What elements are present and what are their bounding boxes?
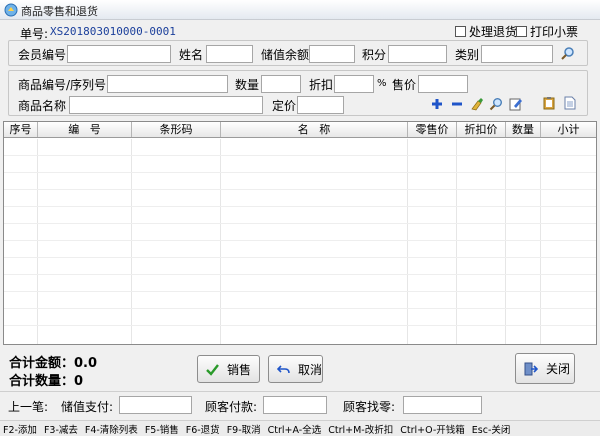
total-amount: 合计金额：0.0 [9, 356, 98, 371]
checkmark-icon [206, 363, 219, 376]
title-bar: 商品零售和退货 [0, 0, 600, 20]
col-discount-price[interactable]: 折扣价 [457, 122, 506, 137]
shortcut-item: Ctrl+O-开钱箱 [400, 424, 465, 436]
close-button-label: 关闭 [546, 362, 571, 376]
stored-pay-label: 储值支付: [61, 400, 114, 414]
add-icon[interactable] [430, 97, 444, 111]
print-receipt-checkbox[interactable] [516, 26, 527, 37]
print-receipt-label: 打印小票 [530, 25, 579, 39]
percent-sign: % [377, 78, 387, 89]
last-transaction-label: 上一笔: [8, 400, 49, 414]
sale-price-input[interactable] [418, 75, 468, 93]
close-button[interactable]: 关闭 [515, 353, 575, 384]
order-number: XS201803010000-0001 [50, 25, 176, 38]
customer-paid-label: 顾客付款: [205, 400, 258, 414]
search-icon[interactable] [489, 97, 503, 111]
product-name-label: 商品名称 [18, 99, 67, 113]
shortcut-item: F9-取消 [226, 424, 261, 436]
shortcut-item: F5-销售 [144, 424, 179, 436]
product-code-label: 商品编号/序列号 [18, 78, 107, 92]
sell-button-label: 销售 [227, 362, 252, 377]
product-code-input[interactable] [107, 75, 228, 93]
discount-label: 折扣 [309, 78, 334, 92]
stored-pay-field [119, 396, 192, 414]
member-search-icon[interactable] [560, 46, 575, 61]
clear-list-icon[interactable] [470, 97, 484, 111]
divider [0, 391, 600, 392]
shortcut-bar: F2-添加 F3-减去 F4-清除列表 F5-销售 F6-退货 F9-取消 Ct… [0, 420, 600, 436]
col-index[interactable]: 序号 [4, 122, 38, 137]
col-name[interactable]: 名 称 [221, 122, 408, 137]
quantity-label: 数量 [235, 78, 260, 92]
clipboard-icon[interactable] [542, 96, 556, 110]
exit-door-icon [524, 362, 538, 375]
shortcut-item: Ctrl+A-全选 [267, 424, 322, 436]
points-label: 积分 [362, 48, 387, 62]
document-icon[interactable] [563, 96, 577, 110]
app-icon [4, 3, 18, 17]
points-input[interactable] [388, 45, 447, 63]
fixed-price-label: 定价 [272, 99, 297, 113]
window-title: 商品零售和退货 [21, 5, 98, 18]
shortcut-item: Esc-关闭 [471, 424, 511, 436]
quantity-input[interactable] [261, 75, 301, 93]
items-table[interactable]: 序号 编 号 条形码 名 称 零售价 折扣价 数量 小计 [3, 121, 597, 345]
undo-icon [277, 364, 290, 373]
table-header: 序号 编 号 条形码 名 称 零售价 折扣价 数量 小计 [4, 122, 596, 138]
col-barcode[interactable]: 条形码 [132, 122, 221, 137]
member-id-label: 会员编号 [18, 48, 67, 62]
col-retail-price[interactable]: 零售价 [408, 122, 457, 137]
customer-paid-field [263, 396, 327, 414]
fixed-price-input[interactable] [297, 96, 344, 114]
edit-icon[interactable] [509, 97, 523, 111]
product-name-input[interactable] [69, 96, 263, 114]
member-name-label: 姓名 [179, 48, 204, 62]
total-quantity: 合计数量：0 [9, 374, 84, 389]
sell-button[interactable]: 销售 [197, 355, 260, 383]
discount-input[interactable] [334, 75, 374, 93]
col-quantity[interactable]: 数量 [506, 122, 541, 137]
remove-icon[interactable] [450, 97, 464, 111]
sale-price-label: 售价 [392, 78, 417, 92]
return-checkbox[interactable] [455, 26, 466, 37]
cancel-button[interactable]: 取消 [268, 355, 323, 383]
member-type-label: 类别 [455, 48, 480, 62]
return-checkbox-label: 处理退货 [469, 25, 518, 39]
shortcut-item: F6-退货 [185, 424, 220, 436]
col-code[interactable]: 编 号 [38, 122, 132, 137]
shortcut-item: Ctrl+M-改折扣 [328, 424, 394, 436]
member-type-input[interactable] [481, 45, 553, 63]
change-field [403, 396, 482, 414]
col-subtotal[interactable]: 小计 [541, 122, 596, 137]
shortcut-item: F2-添加 [3, 424, 37, 436]
balance-input[interactable] [309, 45, 355, 63]
shortcut-item: F4-清除列表 [84, 424, 138, 436]
table-body[interactable] [4, 139, 596, 344]
shortcut-item: F3-减去 [43, 424, 78, 436]
member-id-input[interactable] [67, 45, 171, 63]
cancel-button-label: 取消 [298, 362, 323, 377]
balance-label: 储值余额 [261, 48, 310, 62]
change-label: 顾客找零: [343, 400, 396, 414]
member-name-input[interactable] [206, 45, 253, 63]
